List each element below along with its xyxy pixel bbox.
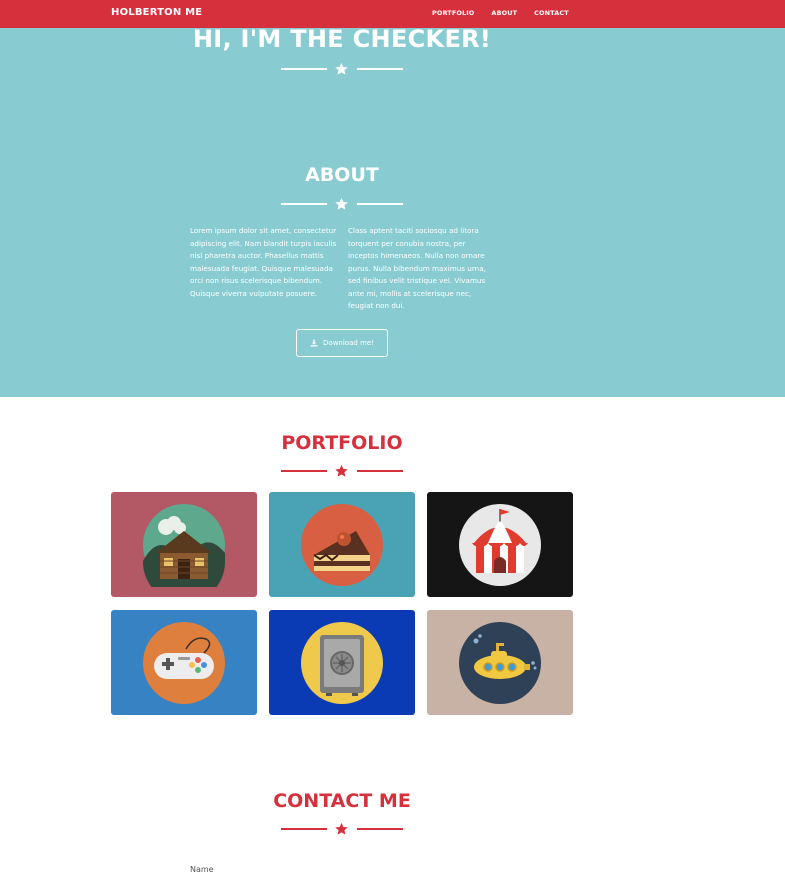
- nav-link-contact[interactable]: CONTACT: [534, 9, 569, 17]
- star-icon: [335, 464, 348, 477]
- nav-link-portfolio[interactable]: PORTFOLIO: [432, 9, 474, 17]
- about-divider: [281, 197, 403, 211]
- submarine-icon: [459, 622, 541, 704]
- hero-divider: [281, 62, 403, 76]
- portfolio-item-game-controller[interactable]: [111, 610, 257, 715]
- download-button[interactable]: Download me!: [296, 329, 388, 357]
- brand-link[interactable]: HOLBERTON ME: [111, 7, 202, 18]
- about-title: ABOUT: [305, 164, 379, 186]
- hero-title: HI, I'M THE CHECKER!: [192, 25, 492, 53]
- about-text-right: Class aptent taciti sociosqu ad litora t…: [348, 226, 486, 310]
- portfolio-item-submarine[interactable]: [427, 610, 573, 715]
- contact-title: CONTACT ME: [273, 790, 411, 812]
- portfolio-item-cake[interactable]: [269, 492, 415, 597]
- safe-icon: [301, 622, 383, 704]
- cabin-icon: [142, 504, 225, 587]
- contact-divider: [281, 822, 403, 836]
- circus-tent-icon: [459, 504, 541, 586]
- name-field-label: Name: [190, 865, 214, 874]
- game-controller-icon: [143, 622, 225, 704]
- download-label: Download me!: [323, 339, 374, 347]
- download-icon: [310, 339, 318, 347]
- portfolio-title: PORTFOLIO: [281, 432, 403, 454]
- portfolio-item-cabin[interactable]: [111, 492, 257, 597]
- hero-section: HI, I'M THE CHECKER! ABOUT Lorem ipsum d…: [0, 25, 785, 397]
- nav-link-about[interactable]: ABOUT: [491, 9, 517, 17]
- portfolio-item-circus-tent[interactable]: [427, 492, 573, 597]
- about-text-left: Lorem ipsum dolor sit amet, consectetur …: [190, 226, 337, 298]
- portfolio-item-safe[interactable]: [269, 610, 415, 715]
- star-icon: [335, 197, 348, 210]
- navbar: HOLBERTON ME PORTFOLIO ABOUT CONTACT: [0, 0, 785, 28]
- nav-links: PORTFOLIO ABOUT CONTACT: [432, 9, 569, 17]
- cake-icon: [301, 504, 383, 586]
- star-icon: [335, 822, 348, 835]
- star-icon: [335, 62, 348, 75]
- portfolio-divider: [281, 464, 403, 478]
